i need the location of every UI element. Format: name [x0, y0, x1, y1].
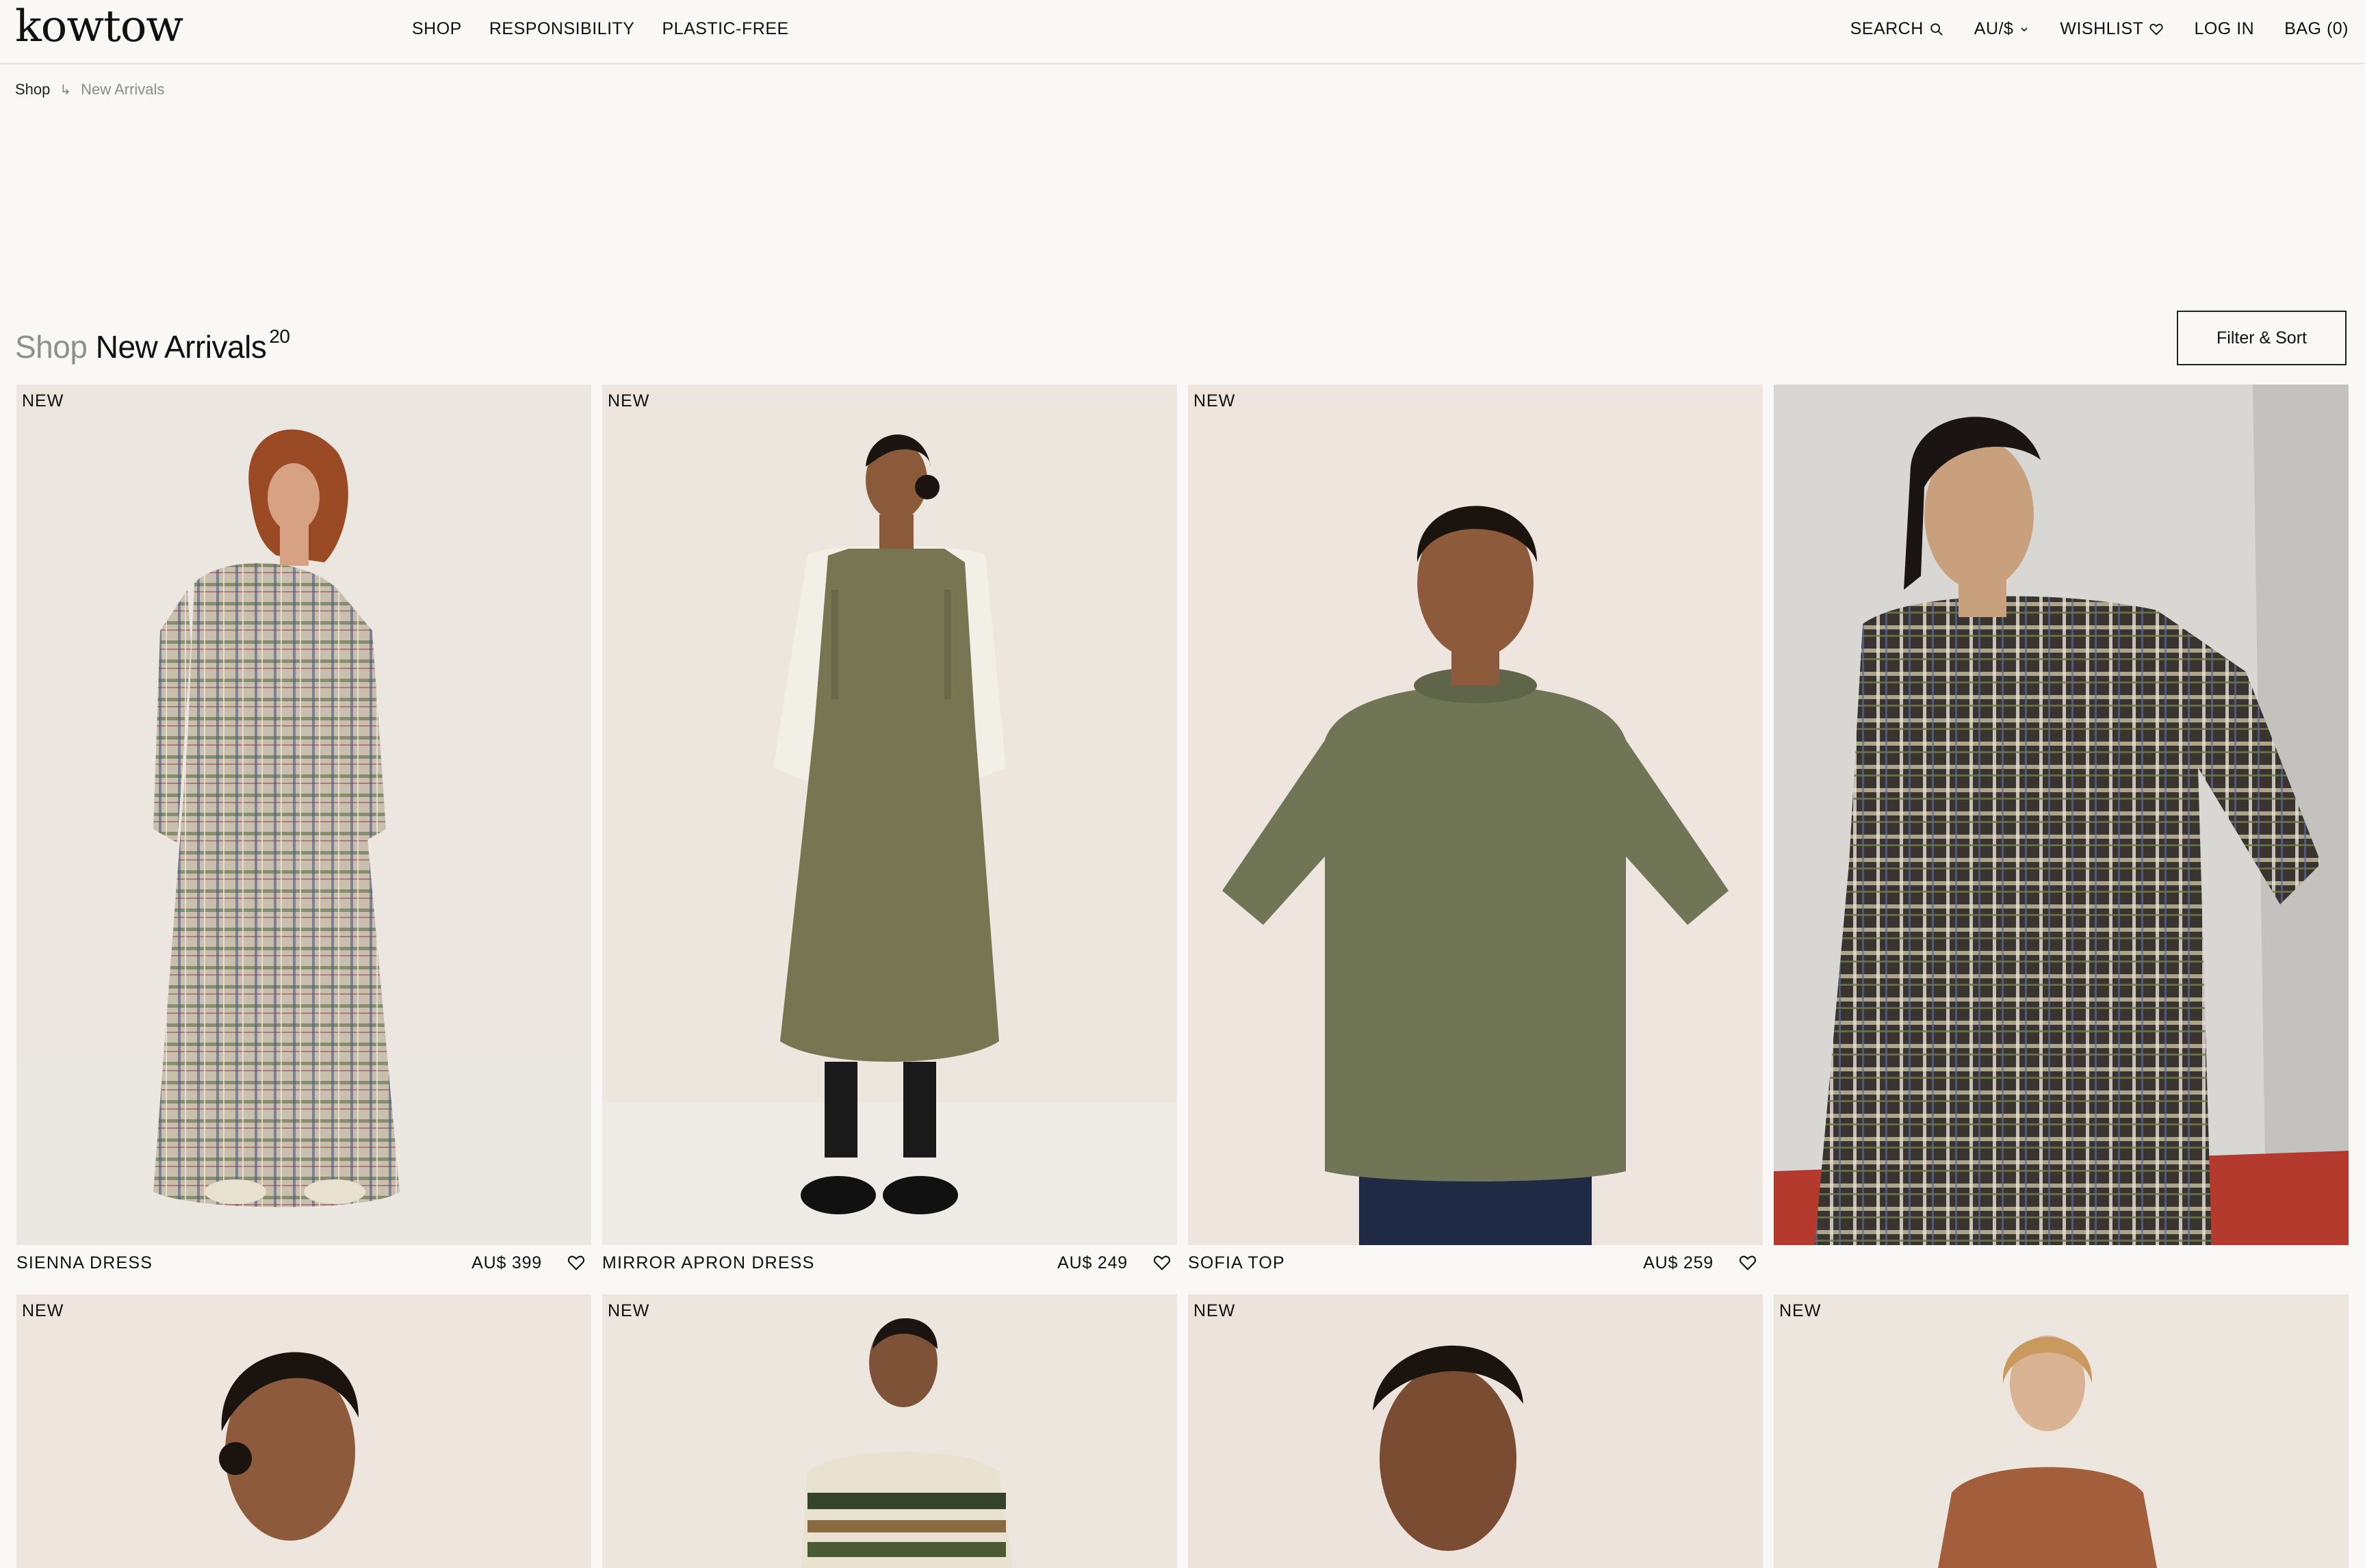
bag-link[interactable]: BAG (0)	[2284, 19, 2349, 39]
page-title-main: New Arrivals	[95, 329, 267, 365]
new-badge: NEW	[1193, 1301, 1236, 1320]
site-header: kowtow SHOP RESPONSIBILITY PLASTIC-FREE …	[0, 0, 2365, 64]
nav-responsibility[interactable]: RESPONSIBILITY	[489, 19, 635, 39]
product-info: SIENNA DRESS AU$ 399	[16, 1253, 591, 1281]
heart-icon	[2149, 23, 2164, 36]
login-link[interactable]: LOG IN	[2194, 19, 2254, 39]
new-badge: NEW	[22, 391, 64, 410]
product-image[interactable]	[1774, 1294, 2349, 1568]
product-image[interactable]	[602, 1294, 1177, 1568]
campaign-image[interactable]	[1774, 384, 2349, 1245]
chevron-down-icon	[2021, 27, 2028, 31]
new-badge: NEW	[608, 391, 650, 410]
new-badge: NEW	[1193, 391, 1236, 410]
product-name[interactable]: MIRROR APRON DRESS	[602, 1253, 815, 1273]
product-price: AU$ 259	[1643, 1253, 1714, 1272]
nav-shop[interactable]: SHOP	[412, 19, 462, 39]
breadcrumb-shop[interactable]: Shop	[15, 81, 50, 99]
search-label: SEARCH	[1850, 19, 1924, 38]
search-button[interactable]: SEARCH	[1850, 19, 1944, 39]
currency-selector[interactable]: AU/$	[1974, 19, 2030, 39]
breadcrumb-arrow-icon: ↳	[60, 82, 72, 98]
wishlist-link[interactable]: WISHLIST	[2060, 19, 2164, 39]
new-badge: NEW	[22, 1301, 64, 1320]
heart-icon[interactable]	[1738, 1253, 1757, 1272]
filter-sort-button[interactable]: Filter & Sort	[2177, 311, 2347, 365]
product-image-sienna-dress[interactable]	[16, 384, 591, 1245]
new-badge: NEW	[1779, 1301, 1822, 1320]
product-name[interactable]: SIENNA DRESS	[16, 1253, 153, 1273]
product-image-mirror-apron-dress[interactable]	[602, 384, 1177, 1245]
new-badge: NEW	[608, 1301, 650, 1320]
product-count: 20	[269, 326, 290, 347]
currency-label: AU/$	[1974, 19, 2014, 38]
product-info: SOFIA TOP AU$ 259	[1188, 1253, 1763, 1281]
brand-logo[interactable]: kowtow	[15, 1, 183, 52]
heart-icon[interactable]	[1152, 1253, 1172, 1272]
main-nav: SHOP RESPONSIBILITY PLASTIC-FREE	[412, 19, 789, 39]
page-title-prefix: Shop	[15, 329, 88, 365]
product-info: MIRROR APRON DRESS AU$ 249	[602, 1253, 1177, 1281]
product-name[interactable]: SOFIA TOP	[1188, 1253, 1285, 1273]
breadcrumb: Shop ↳ New Arrivals	[15, 81, 164, 99]
product-price: AU$ 399	[471, 1253, 542, 1272]
product-price: AU$ 249	[1057, 1253, 1128, 1272]
nav-plastic-free[interactable]: PLASTIC-FREE	[662, 19, 788, 39]
product-image[interactable]	[1188, 1294, 1763, 1568]
wishlist-label: WISHLIST	[2060, 19, 2144, 38]
utility-nav: SEARCH AU/$ WISHLIST LOG IN BAG (0)	[1850, 19, 2349, 39]
product-image[interactable]	[16, 1294, 591, 1568]
product-image-sofia-top[interactable]	[1188, 384, 1763, 1245]
page-title: Shop New Arrivals 20	[15, 326, 290, 365]
heart-icon[interactable]	[567, 1253, 586, 1272]
search-icon	[1930, 23, 1943, 36]
breadcrumb-current: New Arrivals	[81, 81, 165, 98]
